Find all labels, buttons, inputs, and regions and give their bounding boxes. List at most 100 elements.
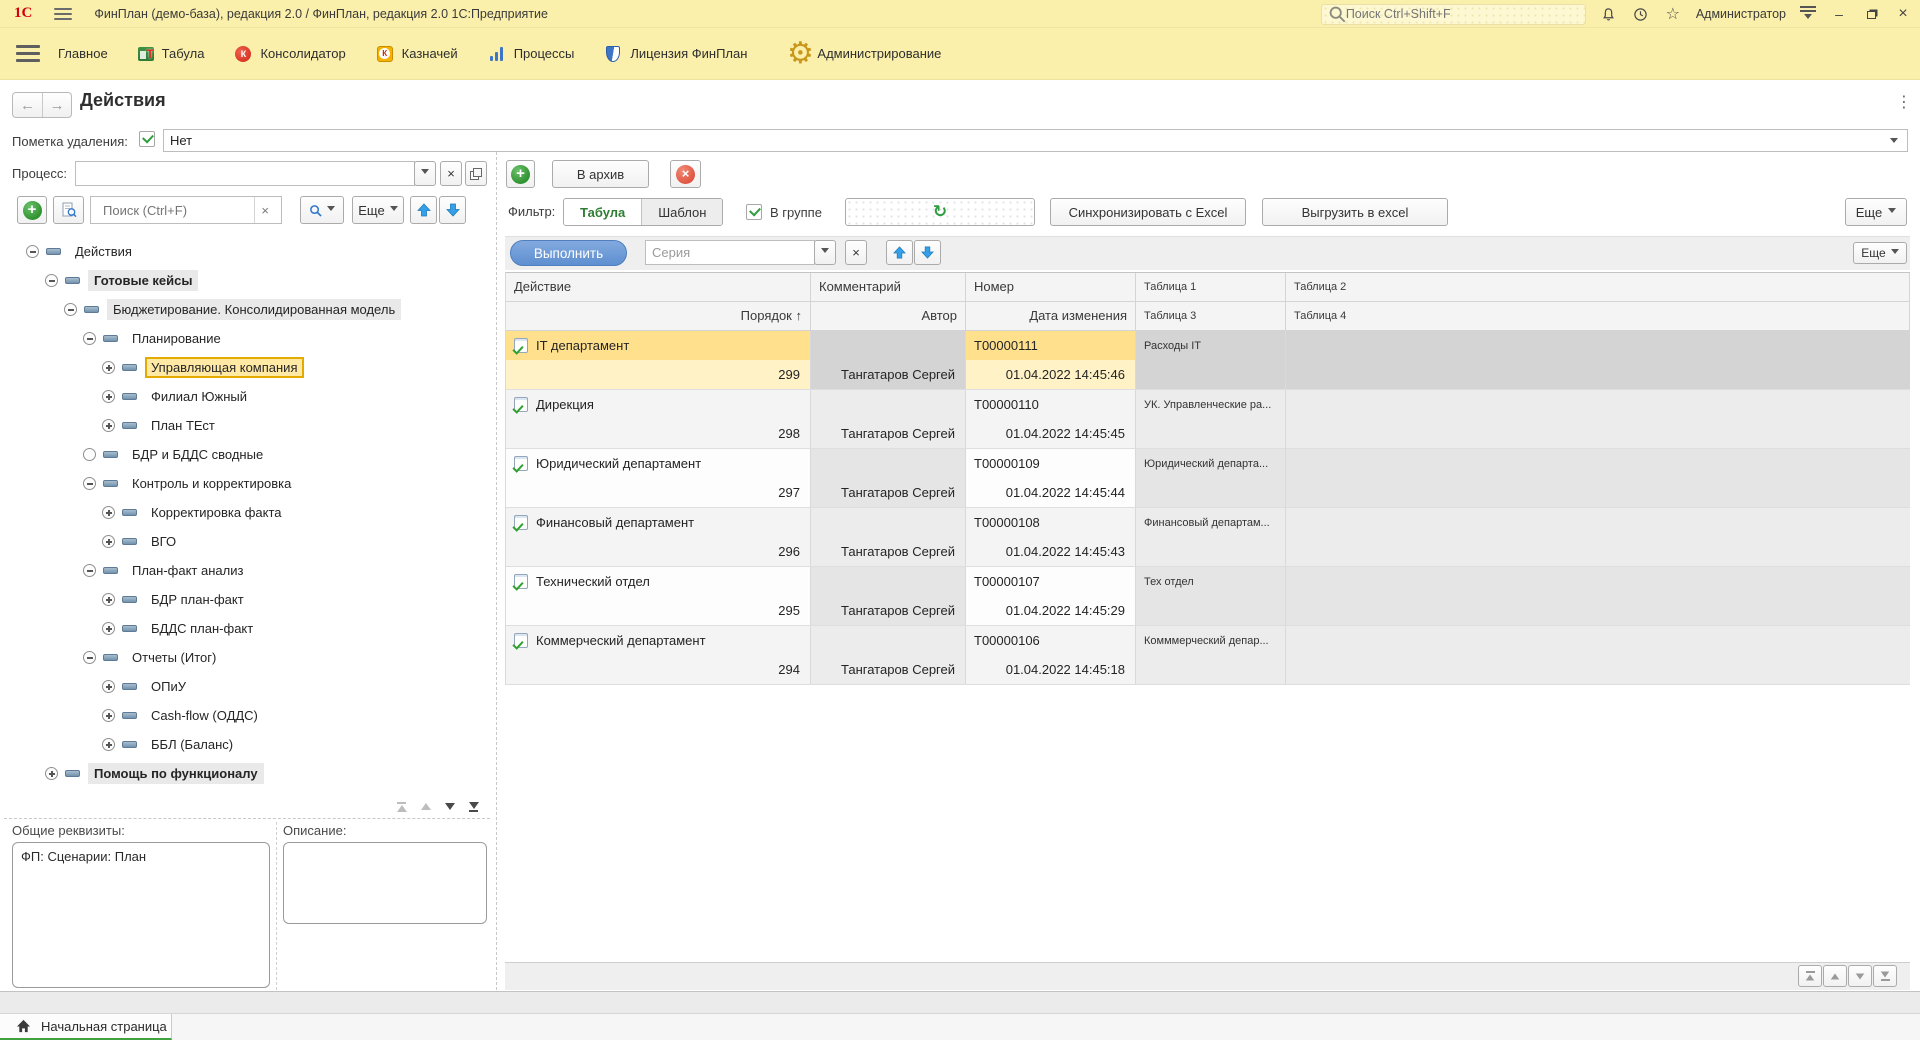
section-konsolidator[interactable]: ККонсолидатор — [234, 45, 345, 63]
collapse-icon[interactable] — [26, 245, 39, 258]
expand-icon[interactable] — [102, 361, 115, 374]
home-page-tab[interactable]: Начальная страница — [0, 1014, 172, 1040]
tree-item[interactable]: План-факт анализ — [6, 556, 488, 585]
table-row[interactable]: Технический отделТ00000107Тех отдел295Та… — [506, 567, 1910, 626]
expand-icon[interactable] — [102, 622, 115, 635]
more-menu-icon[interactable]: ⋮ — [1896, 92, 1912, 112]
tree-item[interactable]: План ТЕст — [6, 411, 488, 440]
back-button[interactable]: ← — [13, 93, 42, 117]
column-header-number[interactable]: Номер — [966, 273, 1136, 302]
table-row[interactable]: ДирекцияТ00000110УК. Управленческие ра..… — [506, 390, 1910, 449]
section-kaznachey[interactable]: ККазначей — [376, 45, 458, 63]
sync-excel-button[interactable]: Синхронизировать с Excel — [1050, 198, 1246, 226]
minimize-button[interactable]: – — [1830, 6, 1848, 22]
section-licenziya[interactable]: Лицензия ФинПлан — [604, 45, 747, 63]
deletion-mark-checkbox[interactable] — [139, 131, 155, 147]
column-header-order[interactable]: Порядок ↑ — [506, 302, 811, 331]
column-header-comment[interactable]: Комментарий — [811, 273, 966, 302]
process-clear-button[interactable]: × — [440, 161, 462, 186]
series-input[interactable] — [645, 240, 815, 265]
table-scroll-to-bottom-button[interactable] — [1873, 965, 1897, 987]
in-group-checkbox[interactable] — [746, 204, 762, 220]
column-header-table1[interactable]: Таблица 1 — [1136, 273, 1286, 302]
process-open-button[interactable] — [465, 161, 487, 186]
move-up-button[interactable] — [410, 196, 437, 224]
tree-item[interactable]: БДДС план-факт — [6, 614, 488, 643]
tree-search-input[interactable] — [97, 203, 254, 218]
column-header-table3[interactable]: Таблица 3 — [1136, 302, 1286, 331]
filter-toggle-tabula[interactable]: Табула — [564, 199, 641, 225]
current-user-label[interactable]: Администратор — [1696, 7, 1786, 21]
panel-splitter[interactable] — [496, 152, 497, 990]
section-glavnoe[interactable]: Главное — [58, 46, 108, 61]
filter-toggle-shablon[interactable]: Шаблон — [641, 199, 722, 225]
export-excel-button[interactable]: Выгрузить в excel — [1262, 198, 1448, 226]
table-row[interactable]: Коммерческий департаментТ00000106Комммер… — [506, 626, 1910, 685]
execute-button[interactable]: Выполнить — [510, 240, 627, 266]
tree-item[interactable]: БДР и БДДС сводные — [6, 440, 488, 469]
column-header-action[interactable]: Действие — [506, 273, 811, 302]
history-icon[interactable] — [1632, 5, 1650, 23]
series-clear-button[interactable]: × — [845, 240, 867, 265]
collapse-icon[interactable] — [83, 477, 96, 490]
clear-search-icon[interactable]: × — [254, 197, 275, 223]
process-input[interactable] — [75, 161, 415, 186]
collapse-icon[interactable] — [83, 651, 96, 664]
cancel-button[interactable]: × — [670, 160, 701, 188]
forward-button[interactable]: → — [42, 93, 71, 117]
common-attrs-box[interactable]: ФП: Сценарии: План — [12, 842, 270, 988]
scroll-to-top-icon[interactable] — [394, 800, 409, 813]
column-header-author[interactable]: Автор — [811, 302, 966, 331]
tree-item[interactable]: Бюджетирование. Консолидированная модель — [6, 295, 488, 324]
tree-more-button[interactable]: Еще — [352, 196, 404, 224]
scroll-down-icon[interactable] — [442, 800, 457, 813]
expand-icon[interactable] — [102, 390, 115, 403]
expand-icon[interactable] — [102, 680, 115, 693]
find-in-list-button[interactable] — [53, 196, 84, 224]
tree-item[interactable]: ВГО — [6, 527, 488, 556]
table-row[interactable]: IT департаментТ00000111Расходы IT299Танг… — [506, 331, 1910, 390]
sections-menu-icon[interactable] — [16, 45, 40, 62]
tree-item[interactable]: ОПиУ — [6, 672, 488, 701]
tree-item[interactable]: Отчеты (Итог) — [6, 643, 488, 672]
tree-item[interactable]: Контроль и корректировка — [6, 469, 488, 498]
tree-add-button[interactable]: + — [17, 196, 47, 224]
global-search-field[interactable] — [1346, 7, 1566, 21]
tree-item[interactable]: ББЛ (Баланс) — [6, 730, 488, 759]
expand-icon[interactable] — [102, 535, 115, 548]
search-options-button[interactable] — [300, 196, 344, 224]
table-scroll-down-button[interactable] — [1848, 965, 1872, 987]
series-dropdown-button[interactable] — [814, 240, 836, 265]
row-up-button[interactable] — [886, 240, 913, 265]
table-scroll-to-top-button[interactable] — [1798, 965, 1822, 987]
refresh-button[interactable]: ↻ — [845, 198, 1035, 226]
service-menu-icon[interactable] — [1800, 6, 1816, 23]
collapse-icon[interactable] — [64, 303, 77, 316]
tree-item[interactable]: Cash-flow (ОДДС) — [6, 701, 488, 730]
table-row[interactable]: Юридический департаментТ00000109Юридичес… — [506, 449, 1910, 508]
add-action-button[interactable]: + — [506, 160, 535, 188]
tree-item[interactable]: Готовые кейсы — [6, 266, 488, 295]
global-search-input[interactable] — [1321, 4, 1586, 25]
tree-item[interactable]: Планирование — [6, 324, 488, 353]
table-more-button[interactable]: Еще — [1853, 242, 1907, 264]
collapse-icon[interactable] — [83, 564, 96, 577]
tree-footer-splitter[interactable] — [4, 818, 490, 819]
expand-icon[interactable] — [102, 593, 115, 606]
expand-icon[interactable] — [45, 767, 58, 780]
column-header-table2[interactable]: Таблица 2 — [1286, 273, 1910, 302]
scroll-up-icon[interactable] — [418, 800, 433, 813]
close-button[interactable]: × — [1894, 5, 1912, 23]
tree-item[interactable]: Корректировка факта — [6, 498, 488, 527]
tree-item[interactable]: Помощь по функционалу — [6, 759, 488, 788]
collapse-icon[interactable] — [45, 274, 58, 287]
expand-icon[interactable] — [102, 419, 115, 432]
expand-icon[interactable] — [102, 506, 115, 519]
section-tabula[interactable]: Табула — [138, 46, 205, 61]
move-down-button[interactable] — [439, 196, 466, 224]
description-box[interactable] — [283, 842, 487, 924]
table-scroll-up-button[interactable] — [1823, 965, 1847, 987]
column-header-date[interactable]: Дата изменения — [966, 302, 1136, 331]
tree-item[interactable]: Управляющая компания — [6, 353, 488, 382]
tree-item[interactable]: БДР план-факт — [6, 585, 488, 614]
